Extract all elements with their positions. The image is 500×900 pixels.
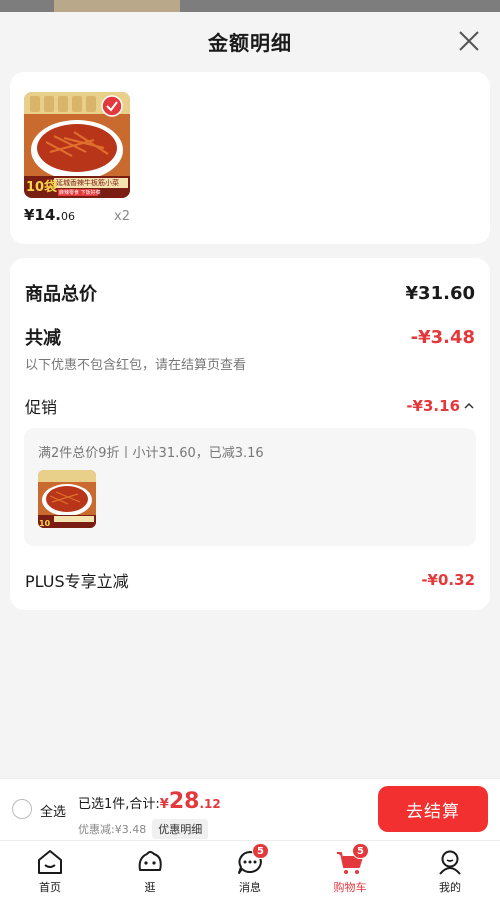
total-prefix: 已选1件,合计: [78, 797, 160, 812]
goods-total-label: 商品总价 [25, 284, 97, 305]
tab-cart[interactable]: 5 购物车 [300, 841, 400, 900]
sheet-header: 金额明细 [0, 12, 500, 70]
promotion-value: -¥3.16 [406, 397, 460, 415]
total-reduction-value: -¥3.48 [410, 326, 475, 348]
product-card: 10袋 延城香辣牛板筋小菜 麻辣零食 下饭好菜 ¥14.06 x2 [10, 72, 490, 244]
select-all-label[interactable]: 全选 [40, 801, 66, 820]
total-reduction-label: 共减 [25, 328, 61, 349]
close-icon[interactable] [456, 28, 482, 54]
tab-browse[interactable]: 逛 [100, 841, 200, 900]
discount-amount: 优惠减:¥3.48 [78, 823, 147, 836]
total-currency: ¥ [159, 797, 169, 812]
total-amount-line: 已选1件,合计: ¥ 28 .12 [78, 789, 221, 814]
sheet-title: 金额明细 [208, 30, 292, 55]
checkout-button[interactable]: 去结算 [378, 786, 488, 832]
promotion-label: 促销 [25, 398, 58, 417]
total-amount-decimal: .12 [199, 797, 221, 811]
background-page-thumbnail [54, 0, 180, 12]
promotion-value-wrap[interactable]: -¥3.16 [406, 397, 475, 415]
tab-label: 首页 [39, 881, 61, 894]
promotion-row[interactable]: 促销 -¥3.16 [25, 394, 475, 418]
tab-label: 我的 [439, 881, 461, 894]
product-price: ¥14.06 [24, 206, 75, 224]
goods-total-row: 商品总价 ¥31.60 [25, 280, 475, 306]
amount-detail-sheet: 金额明细 10袋 延城香辣牛板筋小菜 麻辣零食 下饭好菜 ¥14.06 x2 商… [0, 12, 500, 900]
plus-discount-label: PLUS专享立减 [25, 572, 129, 591]
discount-detail-button[interactable]: 优惠明细 [152, 819, 209, 839]
tab-label: 购物车 [333, 881, 367, 894]
browse-icon [138, 851, 162, 871]
plus-discount-row: PLUS专享立减 -¥0.32 [25, 568, 475, 592]
promotion-detail-box: 满2件总价9折丨小计31.60，已减3.16 10 [24, 428, 476, 546]
goods-total-value: ¥31.60 [405, 282, 475, 304]
plus-discount-value: -¥0.32 [421, 571, 475, 589]
product-image[interactable]: 10袋 延城香辣牛板筋小菜 麻辣零食 下饭好菜 [24, 92, 130, 198]
tab-profile[interactable]: 我的 [400, 841, 500, 900]
cart-badge: 5 [352, 843, 369, 859]
home-icon [38, 850, 62, 874]
bottom-tab-bar: 首页 逛 5 消息 5 购物车 我的 [0, 840, 500, 900]
product-price-decimal: 06 [61, 210, 76, 223]
tab-label: 消息 [239, 881, 261, 894]
product-image-label: 延城香辣牛板筋小菜 [56, 179, 119, 187]
select-all-checkbox[interactable] [12, 799, 32, 819]
tab-messages[interactable]: 5 消息 [200, 841, 300, 900]
tab-label: 逛 [144, 881, 156, 894]
promotion-product-thumbnail[interactable]: 10 [38, 470, 96, 528]
profile-icon [439, 850, 461, 875]
promotion-detail-text: 满2件总价9折丨小计31.60，已减3.16 [38, 446, 264, 461]
chevron-up-icon[interactable] [463, 401, 475, 411]
total-reduction-row: 共减 -¥3.48 [25, 324, 475, 350]
tab-home[interactable]: 首页 [0, 841, 100, 900]
total-amount-integer: 28 [168, 789, 200, 814]
price-summary-card: 商品总价 ¥31.60 共减 -¥3.48 以下优惠不包含红包，请在结算页查看 … [10, 258, 490, 610]
product-pack-count: 10袋 [26, 180, 58, 195]
product-price-main: ¥14. [24, 206, 62, 224]
product-quantity: x2 [114, 209, 130, 224]
svg-text:10: 10 [39, 519, 51, 528]
checkout-bar: 全选 已选1件,合计: ¥ 28 .12 优惠减:¥3.48 优惠明细 去结算 [0, 778, 500, 840]
product-image-sub-label: 麻辣零食 下饭好菜 [59, 190, 101, 196]
discount-note: 以下优惠不包含红包，请在结算页查看 [25, 358, 247, 373]
message-badge: 5 [252, 843, 269, 859]
discount-line: 优惠减:¥3.48 优惠明细 [78, 819, 209, 839]
